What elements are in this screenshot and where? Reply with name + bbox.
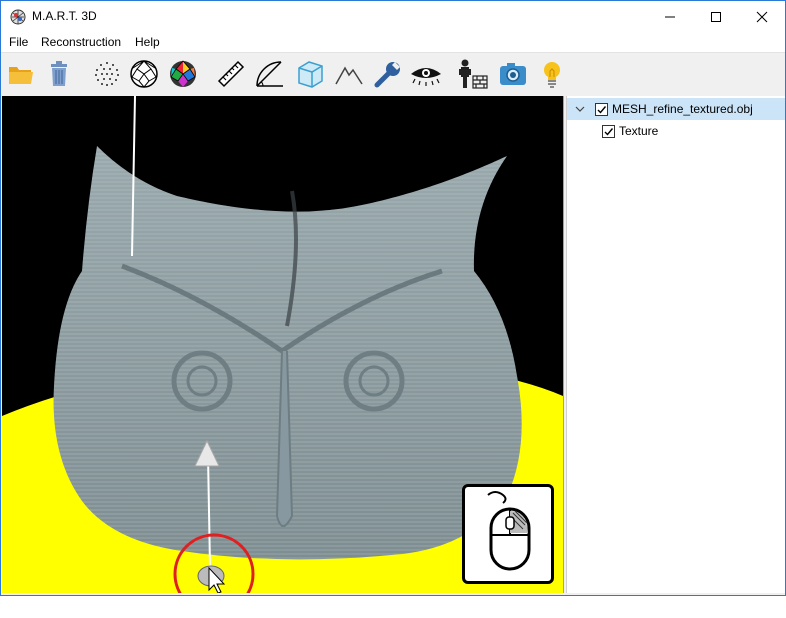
close-button[interactable]	[739, 1, 785, 32]
measure-angle-button[interactable]	[253, 57, 287, 91]
textured-mesh-button[interactable]	[166, 57, 200, 91]
bounding-box-button[interactable]	[293, 57, 327, 91]
eye-icon	[411, 68, 441, 86]
open-folder-icon	[9, 67, 33, 84]
close-icon	[756, 11, 768, 22]
tree-item-mesh[interactable]: MESH_refine_textured.obj	[567, 98, 785, 120]
cube-icon	[298, 61, 323, 88]
tree-item-texture[interactable]: Texture	[567, 120, 658, 142]
open-button[interactable]	[4, 57, 38, 91]
mesh-visibility-checkbox[interactable]	[595, 102, 608, 116]
mouse-icon	[487, 491, 531, 571]
camera-icon	[500, 63, 526, 85]
trash-icon	[51, 61, 67, 86]
wireframe-sphere-icon	[130, 60, 158, 88]
ruler-icon	[217, 60, 245, 88]
colored-sphere-icon	[170, 60, 196, 87]
minimize-button[interactable]	[647, 1, 693, 32]
checkmark-icon	[597, 105, 607, 114]
app-logo-icon	[10, 9, 26, 25]
3d-viewport[interactable]	[2, 96, 564, 593]
terrain-button[interactable]	[332, 57, 366, 91]
menu-help[interactable]: Help	[135, 35, 160, 49]
delete-button[interactable]	[42, 57, 76, 91]
settings-button[interactable]	[371, 57, 405, 91]
tree-item-label: MESH_refine_textured.obj	[612, 102, 753, 116]
window-title: M.A.R.T. 3D	[32, 9, 97, 23]
protractor-icon	[256, 61, 283, 87]
measure-distance-button[interactable]	[214, 57, 248, 91]
mouse-hint-overlay	[462, 484, 554, 584]
scale-reference-button[interactable]	[455, 57, 489, 91]
minimize-icon	[665, 16, 675, 17]
menu-file[interactable]: File	[9, 35, 28, 49]
lightbulb-icon	[544, 62, 560, 88]
scale-figure-icon	[459, 59, 488, 89]
maximize-button[interactable]	[693, 1, 739, 32]
terrain-icon	[335, 66, 363, 85]
toolbar	[1, 52, 785, 96]
scene-tree: MESH_refine_textured.obj Texture	[566, 96, 785, 593]
menu-bar: File Reconstruction Help	[1, 32, 785, 52]
point-cloud-icon	[95, 62, 119, 86]
tree-item-label: Texture	[619, 124, 659, 138]
screenshot-button[interactable]	[496, 57, 530, 91]
checkmark-icon	[604, 127, 614, 136]
chevron-down-icon[interactable]	[573, 102, 587, 116]
wireframe-button[interactable]	[127, 57, 161, 91]
menu-reconstruction[interactable]: Reconstruction	[41, 35, 121, 49]
point-cloud-button[interactable]	[90, 57, 124, 91]
view-button[interactable]	[409, 57, 443, 91]
texture-visibility-checkbox[interactable]	[602, 124, 615, 138]
maximize-icon	[711, 11, 721, 22]
lighting-button[interactable]	[535, 57, 569, 91]
title-bar[interactable]: M.A.R.T. 3D	[1, 1, 785, 32]
wrench-icon	[374, 62, 400, 88]
main-window: M.A.R.T. 3D File Reconstruction Help MES…	[0, 0, 786, 596]
